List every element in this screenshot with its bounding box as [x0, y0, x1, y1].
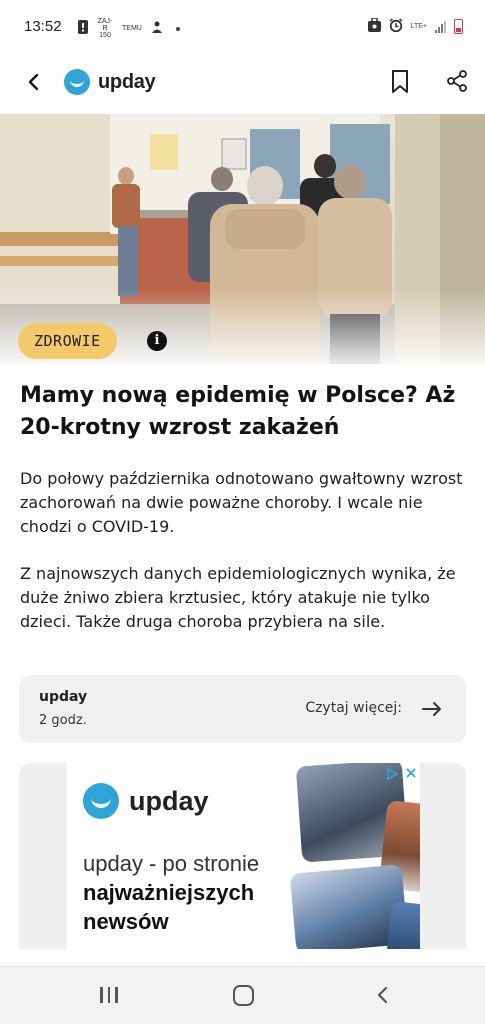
- network-icon: LTE+: [410, 23, 427, 30]
- source-name: upday: [39, 689, 88, 705]
- arrow-right-icon[interactable]: [420, 697, 444, 721]
- ad-choices[interactable]: [385, 767, 417, 781]
- article-headline: Mamy nową epidemię w Polsce? Aż 20-krotn…: [20, 383, 456, 440]
- ad-banner[interactable]: upday upday - po stronie najważniejszych…: [67, 763, 420, 949]
- read-more-card[interactable]: upday 2 godz. Czytaj więcej:: [19, 675, 466, 743]
- bookmark-icon[interactable]: [386, 66, 414, 96]
- alarm-icon: [389, 18, 403, 35]
- info-icon[interactable]: i: [147, 331, 167, 351]
- notification-icons: ZAJ-R 150 TEMU: [78, 18, 180, 39]
- adchoices-icon[interactable]: [385, 767, 399, 781]
- recents-icon[interactable]: [100, 987, 118, 1003]
- ad-photo-tech: [386, 901, 420, 949]
- article-lead: Do połowy października odnotowano gwałto…: [20, 469, 463, 536]
- ad-brand: upday: [83, 783, 209, 819]
- source-time: 2 godz.: [39, 713, 87, 728]
- mobile-badge-icon: ZAJ-R 150: [97, 18, 113, 39]
- sync-icon: [150, 20, 164, 37]
- close-icon[interactable]: [405, 767, 417, 779]
- work-profile-icon: [367, 17, 381, 35]
- category-badge[interactable]: ZDROWIE: [18, 323, 117, 359]
- dot-icon: [175, 26, 180, 31]
- alert-icon: [78, 20, 88, 37]
- ad-brand-name: upday: [129, 785, 209, 816]
- ad-text-bold: najważniejszych newsów: [83, 880, 255, 934]
- brand-name: upday: [98, 70, 156, 93]
- share-icon[interactable]: [443, 66, 471, 96]
- article-body: Z najnowszych danych epidemiologicznych …: [20, 564, 456, 631]
- read-more-label[interactable]: Czytaj więcej:: [305, 700, 402, 716]
- nav-back-icon[interactable]: [372, 984, 394, 1006]
- system-nav-bar: [0, 966, 485, 1024]
- ad-text-regular: upday - po stronie: [83, 851, 260, 876]
- system-icons: LTE+: [367, 17, 463, 35]
- signal-icon: [435, 20, 446, 33]
- brand: upday: [64, 69, 156, 95]
- battery-icon: [454, 19, 463, 34]
- ad-upday-logo-icon: [83, 783, 119, 819]
- ad-text: upday - po stronie najważniejszych newsó…: [83, 849, 283, 936]
- upday-logo-icon: [64, 69, 90, 95]
- back-icon[interactable]: [20, 68, 48, 96]
- temu-icon: TEMU: [122, 25, 142, 32]
- status-bar: 13:52 ZAJ-R 150 TEMU LTE+: [0, 0, 485, 56]
- app-header: upday: [0, 56, 485, 114]
- status-time: 13:52: [24, 18, 62, 35]
- home-icon[interactable]: [233, 985, 254, 1006]
- ad-card[interactable]: upday upday - po stronie najważniejszych…: [19, 763, 466, 949]
